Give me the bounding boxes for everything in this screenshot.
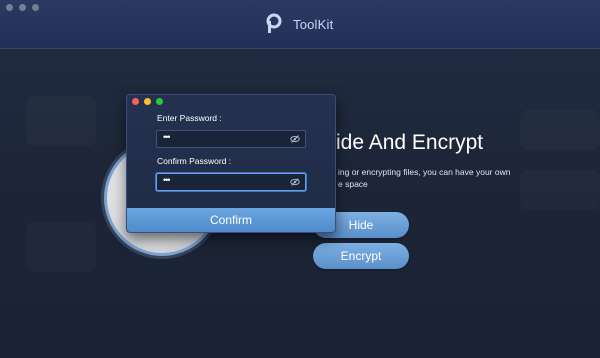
confirm-password-value: ••• [163, 175, 171, 185]
background-panel [26, 222, 96, 272]
background-panel [520, 110, 600, 150]
dialog-title-bar[interactable] [127, 95, 335, 109]
confirm-button[interactable]: Confirm [127, 208, 335, 232]
dialog-window-controls[interactable] [132, 98, 163, 105]
eye-off-icon[interactable] [290, 134, 300, 144]
title-bar[interactable]: ToolKit [0, 0, 600, 49]
enter-password-value: ••• [163, 132, 171, 142]
dialog-close-button[interactable] [132, 98, 139, 105]
eye-off-icon[interactable] [290, 177, 300, 187]
password-dialog: Enter Password : ••• Confirm Password : … [126, 94, 336, 233]
page-description: ing or encrypting files, you can have yo… [338, 167, 511, 189]
confirm-password-label: Confirm Password : [157, 156, 232, 166]
app-name: ToolKit [293, 16, 334, 32]
toolkit-logo-icon [266, 13, 282, 33]
background-panel [520, 170, 600, 210]
dialog-zoom-button[interactable] [156, 98, 163, 105]
dialog-minimize-button[interactable] [144, 98, 151, 105]
brand: ToolKit [265, 13, 333, 35]
confirm-password-field[interactable]: ••• [156, 173, 306, 191]
zoom-window-button[interactable] [32, 4, 39, 11]
enter-password-field[interactable]: ••• [156, 130, 306, 148]
app-window: ToolKit ide And Encrypt ing or encryptin… [0, 0, 600, 358]
minimize-window-button[interactable] [19, 4, 26, 11]
enter-password-label: Enter Password : [157, 113, 222, 123]
close-window-button[interactable] [6, 4, 13, 11]
encrypt-button[interactable]: Encrypt [313, 243, 409, 269]
window-controls[interactable] [6, 4, 39, 11]
page-title: ide And Encrypt [336, 131, 484, 154]
background-panel [26, 96, 96, 146]
